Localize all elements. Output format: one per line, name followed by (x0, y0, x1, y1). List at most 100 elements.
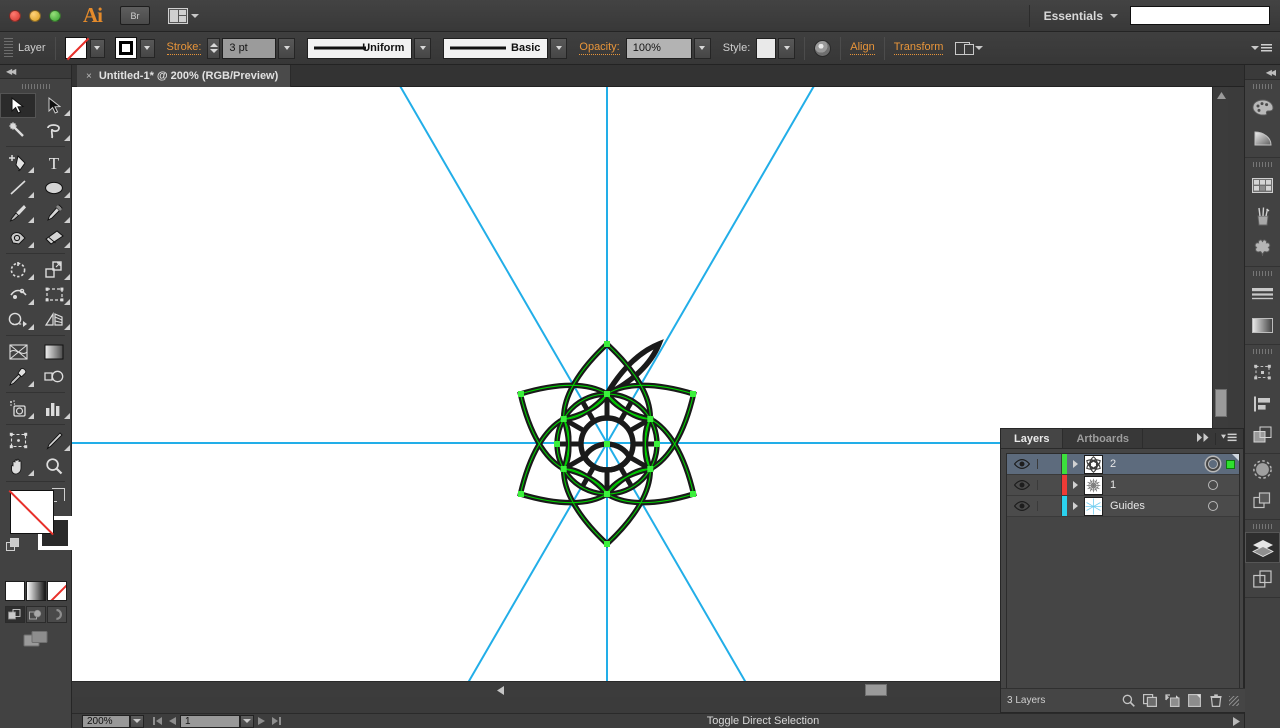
control-bar-grip[interactable] (4, 37, 13, 59)
shape-builder-tool[interactable] (0, 307, 36, 332)
panel-resize-handle[interactable] (1229, 695, 1239, 706)
layers-panel-menu-icon[interactable] (1221, 433, 1237, 445)
last-artboard-button[interactable] (269, 715, 284, 728)
document-setup-button[interactable] (955, 41, 984, 55)
line-segment-tool[interactable] (0, 175, 36, 200)
layer-target-indicator[interactable] (1205, 480, 1221, 490)
paintbrush-tool[interactable] (0, 200, 36, 225)
recolor-artwork-icon[interactable] (814, 39, 832, 57)
draw-behind-button[interactable] (25, 606, 46, 623)
blob-brush-tool[interactable] (0, 225, 36, 250)
rotate-tool[interactable] (0, 257, 36, 282)
dock-group-grip[interactable] (1245, 520, 1280, 532)
stroke-swatch[interactable] (114, 37, 137, 59)
tab-artboards[interactable]: Artboards (1063, 429, 1144, 448)
locate-object-icon[interactable] (1117, 692, 1139, 710)
color-mode-button[interactable] (4, 581, 25, 601)
opacity-label[interactable]: Opacity: (579, 41, 620, 55)
artboards-panel-icon[interactable] (1245, 563, 1280, 594)
selection-tool[interactable] (0, 93, 36, 118)
stroke-weight-label[interactable]: Stroke: (166, 41, 202, 55)
layer-lock-toggle[interactable] (1038, 496, 1062, 516)
scroll-up-button[interactable] (1213, 87, 1228, 103)
expand-panel-icon[interactable] (1197, 432, 1210, 445)
close-window-button[interactable] (9, 9, 21, 22)
bridge-button[interactable]: Br (120, 6, 150, 25)
draw-normal-button[interactable] (4, 606, 25, 623)
layer-disclosure-triangle[interactable] (1067, 481, 1084, 489)
graphic-style-swatch[interactable] (756, 37, 777, 59)
screen-mode-button[interactable] (0, 630, 71, 648)
align-panel-icon[interactable] (1245, 388, 1280, 419)
tools-panel-grip[interactable] (0, 79, 71, 93)
table-row[interactable]: Guides (1007, 496, 1239, 517)
artboard-number-input[interactable]: 1 (180, 714, 240, 728)
create-new-sublayer-icon[interactable] (1161, 692, 1183, 710)
layer-target-indicator[interactable] (1205, 501, 1221, 511)
scale-tool[interactable] (36, 257, 72, 282)
help-search-input[interactable] (1130, 6, 1270, 25)
arrange-documents-button[interactable] (168, 7, 199, 24)
brush-definition-select[interactable]: Basic (443, 37, 549, 59)
blend-tool[interactable] (36, 364, 72, 389)
hand-tool[interactable] (0, 453, 36, 478)
layer-visibility-toggle[interactable] (1007, 480, 1038, 490)
ellipse-tool[interactable] (36, 175, 72, 200)
tab-layers[interactable]: Layers (1001, 429, 1064, 448)
artboard-tool[interactable] (0, 428, 36, 453)
swatches-panel-icon[interactable] (1245, 170, 1280, 201)
stroke-weight-input[interactable]: 3 pt (222, 37, 277, 59)
slice-tool[interactable] (36, 428, 72, 453)
free-transform-tool[interactable] (36, 282, 72, 307)
zoom-tool[interactable] (36, 453, 72, 478)
transparency-panel-icon[interactable] (1245, 454, 1280, 485)
stroke-weight-dropdown-button[interactable] (278, 37, 296, 59)
magic-wand-tool[interactable] (0, 118, 36, 143)
table-row[interactable]: 1 (1007, 475, 1239, 496)
create-new-layer-icon[interactable] (1183, 692, 1205, 710)
minimize-window-button[interactable] (29, 9, 41, 22)
zoom-level-dropdown-button[interactable] (130, 714, 144, 728)
previous-artboard-button[interactable] (165, 715, 180, 728)
layer-lock-toggle[interactable] (1038, 454, 1062, 474)
eraser-tool[interactable] (36, 225, 72, 250)
lasso-tool[interactable] (36, 118, 72, 143)
pathfinder-panel-icon[interactable] (1245, 419, 1280, 450)
stroke-panel-icon[interactable] (1245, 279, 1280, 310)
gradient-panel-icon[interactable] (1245, 310, 1280, 341)
layer-disclosure-triangle[interactable] (1067, 460, 1084, 468)
zoom-window-button[interactable] (49, 9, 61, 22)
default-fill-stroke-icon[interactable] (6, 538, 20, 552)
fill-swatch[interactable] (64, 37, 87, 59)
brush-dropdown-button[interactable] (550, 37, 568, 59)
symbols-panel-icon[interactable] (1245, 232, 1280, 263)
fill-color-box[interactable] (10, 490, 54, 534)
layer-target-indicator[interactable] (1205, 459, 1221, 469)
vertical-scroll-thumb[interactable] (1215, 389, 1227, 417)
mesh-tool[interactable] (0, 339, 36, 364)
dock-group-grip[interactable] (1245, 345, 1280, 357)
first-artboard-button[interactable] (150, 715, 165, 728)
layer-name[interactable]: 1 (1110, 479, 1205, 491)
scroll-left-button[interactable] (492, 682, 508, 697)
width-tool[interactable] (0, 282, 36, 307)
layer-lock-toggle[interactable] (1038, 475, 1062, 495)
gradient-tool[interactable] (36, 339, 72, 364)
graphic-style-dropdown-button[interactable] (778, 37, 796, 59)
layer-name[interactable]: 2 (1110, 458, 1205, 470)
column-graph-tool[interactable] (36, 396, 72, 421)
stroke-profile-dropdown-button[interactable] (414, 37, 432, 59)
draw-inside-button[interactable] (46, 606, 67, 623)
none-mode-button[interactable] (46, 581, 67, 601)
symbol-sprayer-tool[interactable] (0, 396, 36, 421)
horizontal-scroll-thumb[interactable] (865, 684, 887, 696)
transform-button[interactable]: Transform (893, 41, 944, 55)
dock-collapse-button[interactable]: ◀◀ (1245, 65, 1280, 80)
perspective-grid-tool[interactable] (36, 307, 72, 332)
next-artboard-button[interactable] (254, 715, 269, 728)
document-tab[interactable]: × Untitled-1* @ 200% (RGB/Preview) (77, 65, 292, 87)
stroke-weight-stepper[interactable] (207, 37, 221, 59)
dock-group-grip[interactable] (1245, 80, 1280, 92)
rosette-artwork[interactable] (502, 337, 712, 552)
direct-selection-tool[interactable] (36, 93, 72, 118)
